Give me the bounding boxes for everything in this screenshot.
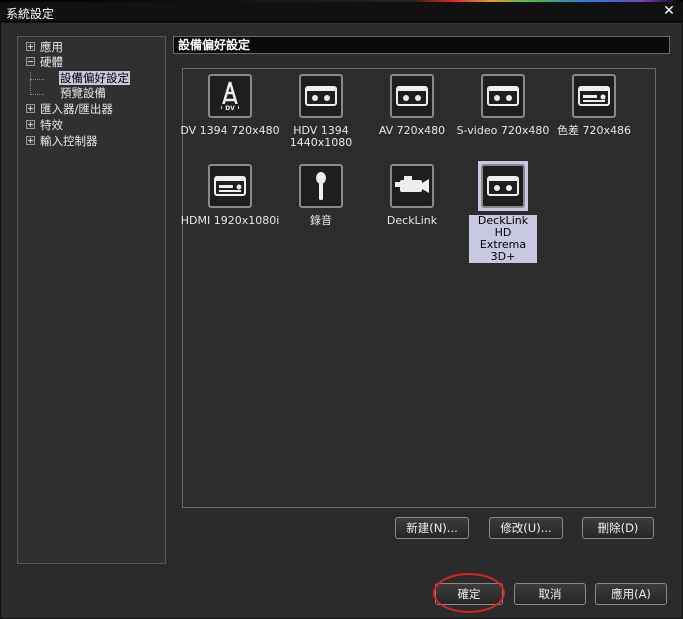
microphone-icon [299,164,343,208]
device-svideo[interactable]: S-video 720x480 [453,71,553,137]
window-title: 系統設定 [6,7,55,21]
tree-connector [30,94,44,95]
expand-icon[interactable] [26,104,35,113]
tape-icon [299,74,343,118]
cancel-button[interactable]: 取消 [514,583,586,605]
settings-tree: 應用 硬體 設備偏好設定 預覽設備 匯入器/匯出器 特效 輸入控制器 [17,36,166,564]
tree-item-effects[interactable]: 特效 [26,118,63,133]
collapse-icon[interactable] [26,57,35,66]
title-bar: 系統設定 ✕ [0,2,683,22]
tree-connector [30,79,44,80]
tape-icon [481,74,525,118]
device-component[interactable]: 色差 720x486 [544,71,644,137]
tree-item-apply[interactable]: 應用 [26,40,63,55]
device-audio-recording[interactable]: 錄音 [271,161,371,227]
modify-button[interactable]: 修改(U)... [489,517,563,539]
device-decklink[interactable]: DeckLink [362,161,462,227]
close-icon[interactable]: ✕ [661,3,677,19]
tape-icon [481,164,525,208]
tree-item-device-preferences[interactable]: 設備偏好設定 [59,71,130,86]
expand-icon[interactable] [26,136,35,145]
tree-item-preview-device[interactable]: 預覽設備 [60,86,106,101]
ok-button[interactable]: 確定 [435,583,503,605]
tree-item-hardware[interactable]: 硬體 [26,55,63,70]
svg-text:DV: DV [225,105,235,112]
device-hdmi[interactable]: HDMI 1920x1080i [180,161,280,227]
expand-icon[interactable] [26,42,35,51]
tree-connector [30,72,31,95]
dv-icon: DV [208,74,252,118]
apply-button[interactable]: 應用(A) [595,583,667,605]
device-av[interactable]: AV 720x480 [362,71,462,137]
device-dv1394[interactable]: DV DV 1394 720x480 [180,71,280,137]
tree-item-importer-exporter[interactable]: 匯入器/匯出器 [26,102,113,117]
device-hdv1394[interactable]: HDV 1394 1440x1080 [271,71,371,149]
tape-icon [390,74,434,118]
new-button[interactable]: 新建(N)... [395,517,469,539]
settings-dialog: 應用 硬體 設備偏好設定 預覽設備 匯入器/匯出器 特效 輸入控制器 設備偏好設… [0,22,683,619]
panel-title: 設備偏好設定 [173,36,670,54]
expand-icon[interactable] [26,120,35,129]
device-list: DV DV 1394 720x480 HDV 1394 1440x1080 AV… [180,68,656,508]
deck-icon [572,74,616,118]
deck-icon [208,164,252,208]
tree-item-input-controller[interactable]: 輸入控制器 [26,134,98,149]
delete-button[interactable]: 刪除(D) [582,517,654,539]
device-decklink-hd-extrema[interactable]: DeckLink HD Extrema 3D+ [453,161,553,263]
camera-icon [390,164,434,208]
